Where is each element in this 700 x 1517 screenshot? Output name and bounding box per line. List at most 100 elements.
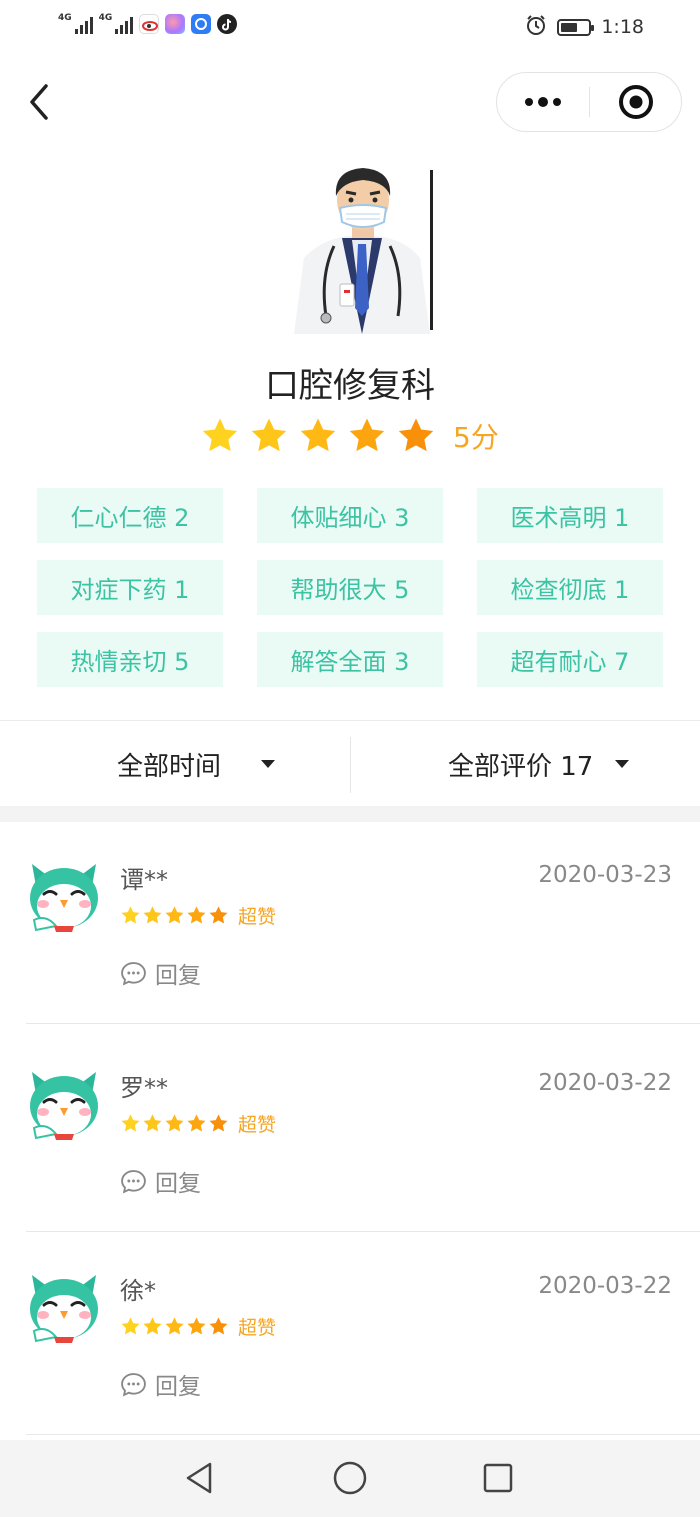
- network-type: 4G: [98, 13, 113, 23]
- review-stars: 超赞: [120, 902, 276, 929]
- praise-label: 超赞: [238, 1317, 277, 1339]
- signal-icon: 4G: [99, 14, 134, 34]
- time-filter-dropdown[interactable]: 全部时间: [117, 721, 276, 807]
- signal-icon: 4G: [58, 14, 93, 34]
- divider: [26, 1023, 700, 1024]
- review-date: 2020-03-22: [538, 1273, 672, 1299]
- caret-down-icon: [261, 760, 276, 768]
- star-icon: [300, 418, 336, 452]
- star-icon: [121, 1114, 140, 1132]
- square-recents-icon: [483, 1463, 513, 1493]
- reply-label: 回复: [155, 1374, 201, 1400]
- divider: [26, 1231, 700, 1232]
- star-icon: [209, 1317, 228, 1335]
- reviewer-avatar: [26, 1267, 102, 1343]
- status-left: 4G 4G: [58, 14, 238, 34]
- reviewer-name: 徐*: [120, 1277, 156, 1305]
- more-button[interactable]: [497, 73, 589, 131]
- clock-time: 1:18: [601, 16, 644, 38]
- tag-chip[interactable]: 医术高明 1: [477, 488, 663, 543]
- tag-chip[interactable]: 解答全面 3: [257, 632, 443, 687]
- tag-chip[interactable]: 对症下药 1: [37, 560, 223, 615]
- status-right: 1:18: [525, 14, 644, 40]
- comment-bubble-icon: [121, 1169, 146, 1193]
- reply-button[interactable]: 回复: [120, 1164, 201, 1198]
- star-icon: [209, 906, 228, 924]
- review-stars: 超赞: [120, 1313, 276, 1340]
- reply-button[interactable]: 回复: [120, 1367, 201, 1401]
- star-icon: [143, 906, 162, 924]
- triangle-back-icon: [186, 1462, 212, 1494]
- filter-divider: [350, 737, 351, 793]
- star-icon: [349, 418, 385, 452]
- target-circle-icon: [619, 85, 653, 119]
- filter-bar: 全部时间 全部评价 17: [0, 720, 700, 806]
- more-dots-icon: [525, 97, 561, 107]
- app-icon: [165, 14, 186, 34]
- comment-bubble-icon: [121, 1372, 146, 1396]
- star-icon: [202, 418, 238, 452]
- sina-icon: [139, 14, 160, 34]
- review-filter-dropdown[interactable]: 全部评价 17: [448, 721, 630, 807]
- caret-down-icon: [615, 760, 630, 768]
- circle-home-icon: [333, 1461, 367, 1495]
- star-icon: [251, 418, 287, 452]
- tiktok-icon: [217, 14, 238, 34]
- nav-home-button[interactable]: [330, 1458, 370, 1498]
- reviewer-avatar: [26, 856, 102, 932]
- star-icon: [165, 906, 184, 924]
- star-icon: [209, 1114, 228, 1132]
- status-bar: 4G 4G 1:18: [0, 0, 700, 56]
- system-nav-bar: [0, 1440, 700, 1517]
- tag-chip[interactable]: 热情亲切 5: [37, 632, 223, 687]
- divider: [26, 1434, 700, 1435]
- star-icon: [165, 1114, 184, 1132]
- battery-icon: [557, 18, 595, 36]
- review-stars: 超赞: [120, 1110, 276, 1137]
- close-button[interactable]: [590, 73, 682, 131]
- star-icon: [121, 1317, 140, 1335]
- tag-chip[interactable]: 帮助很大 5: [257, 560, 443, 615]
- rating-stars: [200, 416, 445, 456]
- tag-chip[interactable]: 体贴细心 3: [257, 488, 443, 543]
- reviewer-name: 谭**: [120, 866, 168, 894]
- star-icon: [121, 906, 140, 924]
- reviewer-avatar: [26, 1064, 102, 1140]
- reply-label: 回复: [155, 963, 201, 989]
- rating-score: 5分: [453, 421, 499, 454]
- review-date: 2020-03-22: [538, 1070, 672, 1096]
- tag-chip[interactable]: 超有耐心 7: [477, 632, 663, 687]
- app-icon: [191, 14, 212, 34]
- reply-label: 回复: [155, 1171, 201, 1197]
- star-icon: [187, 906, 206, 924]
- network-type: 4G: [58, 13, 72, 23]
- alarm-icon: [525, 14, 547, 40]
- comment-bubble-icon: [121, 961, 146, 985]
- review-date: 2020-03-23: [538, 862, 672, 888]
- star-icon: [143, 1317, 162, 1335]
- review-filter-label: 全部评价 17: [448, 751, 594, 782]
- chevron-left-icon: [30, 84, 48, 120]
- star-icon: [187, 1114, 206, 1132]
- praise-label: 超赞: [238, 1114, 277, 1136]
- section-gap: [0, 806, 700, 822]
- overall-rating: 5分: [200, 416, 499, 456]
- star-icon: [143, 1114, 162, 1132]
- tag-grid: 仁心仁德 2 体贴细心 3 医术高明 1 对症下药 1 帮助很大 5 检查彻底 1 热情亲切…: [37, 488, 663, 687]
- tag-chip[interactable]: 仁心仁德 2: [37, 488, 223, 543]
- star-icon: [165, 1317, 184, 1335]
- nav-back-button[interactable]: [180, 1458, 220, 1498]
- star-icon: [187, 1317, 206, 1335]
- reviewer-name: 罗**: [120, 1074, 168, 1102]
- doctor-avatar: [290, 166, 436, 334]
- time-filter-label: 全部时间: [117, 751, 222, 782]
- star-icon: [398, 418, 434, 452]
- reply-button[interactable]: 回复: [120, 956, 201, 990]
- mini-program-capsule: [496, 72, 682, 132]
- review-item: 徐* 2020-03-22 超赞 回复: [0, 1233, 700, 1435]
- review-item: 谭** 2020-03-23 超赞 回复: [0, 822, 700, 1024]
- back-button[interactable]: [20, 80, 60, 124]
- tag-chip[interactable]: 检查彻底 1: [477, 560, 663, 615]
- nav-recents-button[interactable]: [478, 1458, 518, 1498]
- department-title: 口腔修复科: [265, 366, 435, 406]
